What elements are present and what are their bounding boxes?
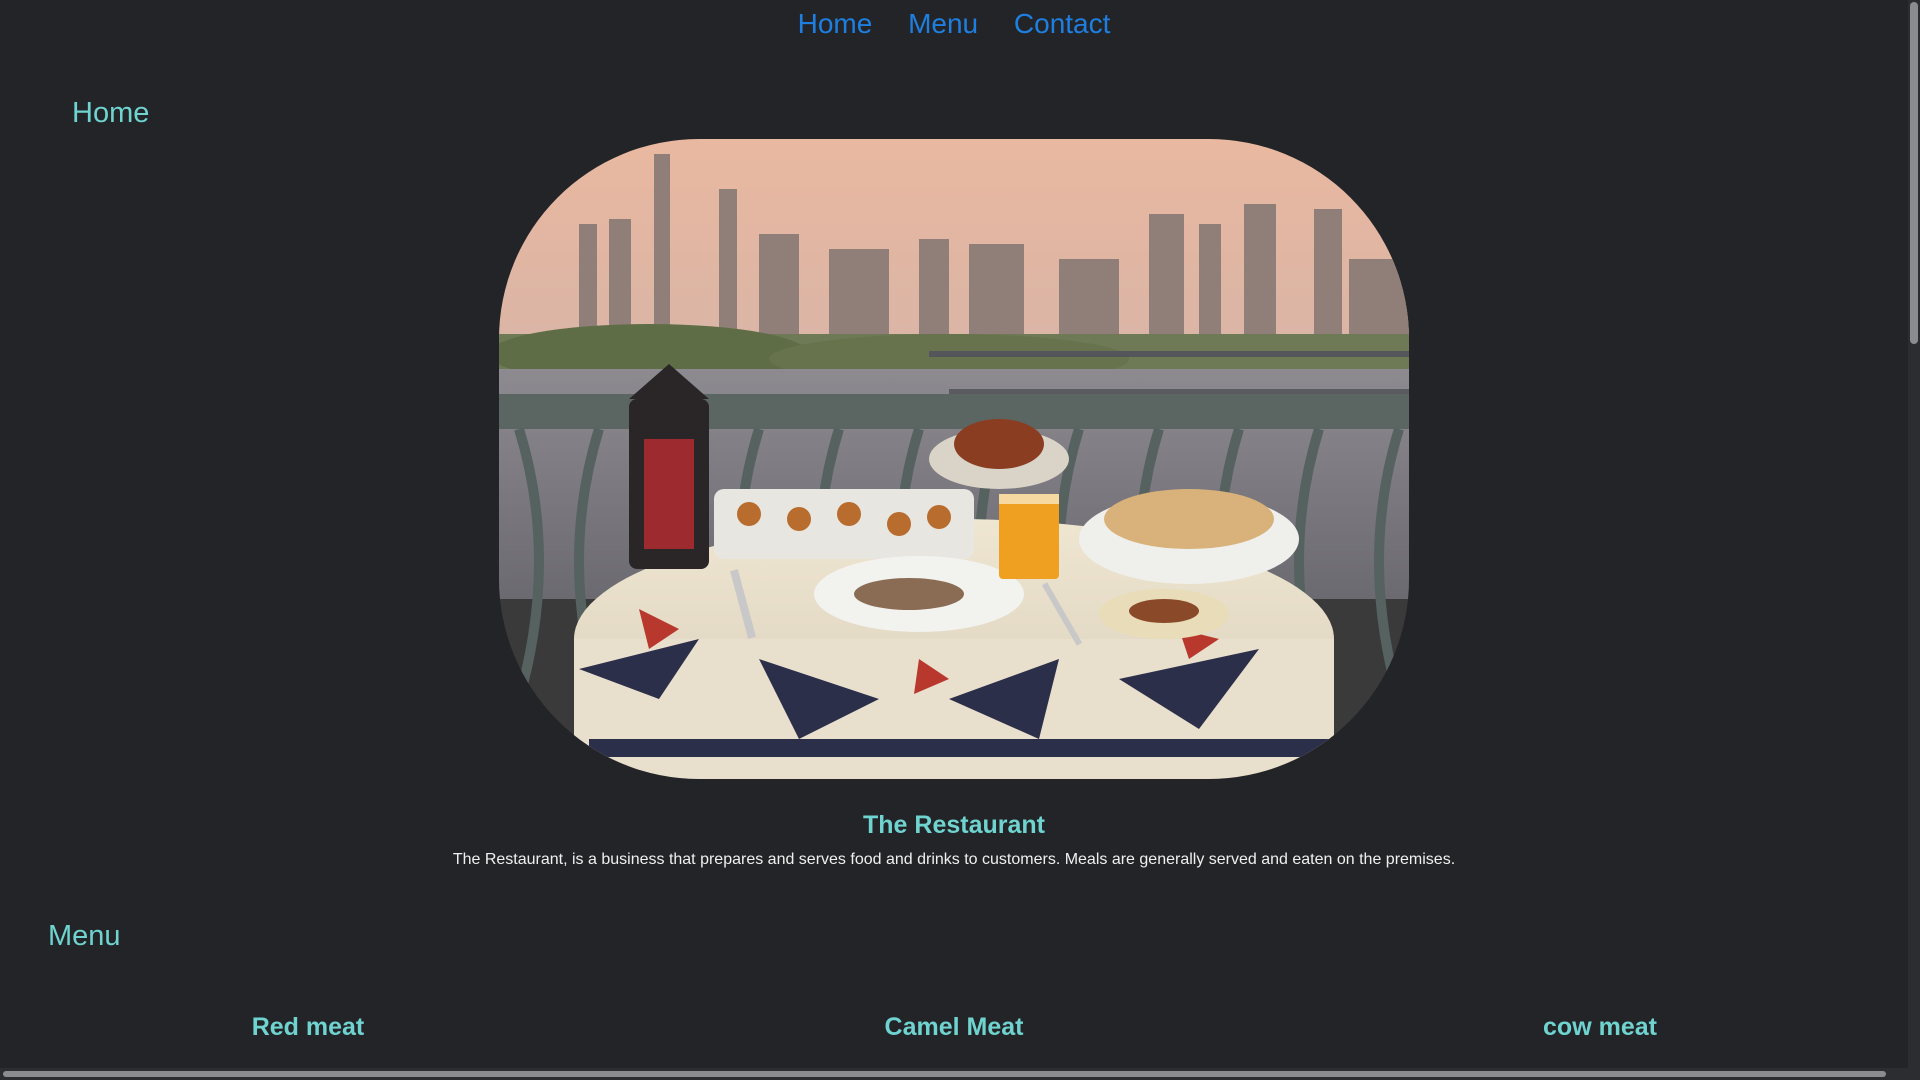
nav-link-contact[interactable]: Contact bbox=[1014, 8, 1111, 39]
menu-category-cow-meat: cow meat bbox=[1543, 1013, 1657, 1041]
vertical-scrollbar-thumb[interactable] bbox=[1910, 2, 1918, 344]
menu-section-title: Menu bbox=[48, 920, 121, 952]
restaurant-heading: The Restaurant bbox=[863, 811, 1045, 839]
restaurant-balcony-illustration bbox=[499, 139, 1409, 779]
horizontal-scrollbar-thumb[interactable] bbox=[3, 1071, 1886, 1077]
restaurant-hero-image bbox=[499, 139, 1409, 779]
vertical-scrollbar[interactable] bbox=[1908, 0, 1920, 1080]
page: Home Menu Contact Home The Restaurant Th… bbox=[0, 0, 1920, 1080]
nav-link-menu[interactable]: Menu bbox=[908, 8, 978, 39]
restaurant-description: The Restaurant, is a business that prepa… bbox=[452, 851, 1456, 868]
home-section-title: Home bbox=[72, 97, 150, 129]
menu-category-camel-meat: Camel Meat bbox=[884, 1013, 1024, 1041]
nav-link-home[interactable]: Home bbox=[798, 8, 873, 39]
menu-category-red-meat: Red meat bbox=[251, 1013, 365, 1041]
horizontal-scrollbar[interactable] bbox=[0, 1068, 1908, 1080]
top-navigation: Home Menu Contact bbox=[0, 8, 1908, 40]
